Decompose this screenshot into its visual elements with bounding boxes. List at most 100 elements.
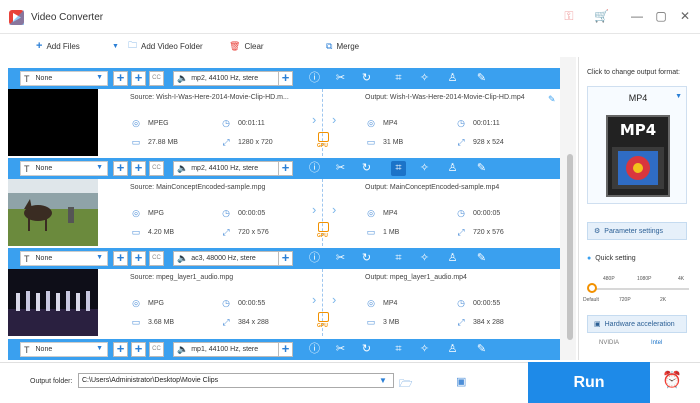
settings-sliders-icon: ⚙ bbox=[594, 228, 601, 235]
close-button[interactable]: ✕ bbox=[677, 8, 693, 24]
info-icon[interactable]: ⓘ bbox=[307, 161, 322, 176]
app-logo-icon bbox=[9, 10, 24, 25]
source-size-value: 4.20 MB bbox=[148, 228, 175, 236]
rotate-icon[interactable]: ↻ bbox=[359, 342, 374, 357]
merge-icon: ⧉ bbox=[326, 40, 333, 51]
add-audio-button[interactable]: + bbox=[278, 251, 293, 266]
scissors-icon[interactable]: ✂ bbox=[333, 251, 348, 266]
subtitle-select[interactable]: T None ▼ bbox=[20, 342, 108, 357]
cc-icon[interactable]: CC bbox=[149, 71, 164, 86]
hardware-acceleration-button[interactable]: ▣ Hardware acceleration bbox=[587, 315, 687, 333]
watermark-icon[interactable]: ♙ bbox=[445, 342, 460, 357]
scissors-icon[interactable]: ✂ bbox=[333, 342, 348, 357]
scissors-icon[interactable]: ✂ bbox=[333, 71, 348, 86]
clear-button[interactable]: 🗑 Clear bbox=[229, 39, 264, 53]
crop-icon[interactable]: ⌗ bbox=[391, 342, 406, 357]
format-icon: ◎ bbox=[367, 208, 375, 218]
add-files-dropdown[interactable]: ▼ bbox=[112, 39, 119, 53]
output-folder-dropdown-icon[interactable]: ▼ bbox=[377, 376, 389, 385]
merge-button[interactable]: ⧉ Merge bbox=[326, 39, 359, 53]
output-filename: Output: Wish-I-Was-Here-2014-Movie-Clip-… bbox=[365, 94, 525, 101]
list-item[interactable]: Source: Wish-I-Was-Here-2014-Movie-Clip-… bbox=[8, 89, 560, 156]
change-format-label: Click to change output format: bbox=[587, 69, 680, 76]
subtitle-value: None bbox=[35, 165, 53, 172]
add-video-folder-button[interactable]: 🗀 Add Video Folder bbox=[128, 39, 203, 53]
output-format-selector[interactable]: MP4 ▼ MP4 bbox=[587, 86, 687, 204]
effects-wand-icon[interactable]: ✧ bbox=[417, 251, 432, 266]
effects-wand-icon[interactable]: ✧ bbox=[417, 342, 432, 357]
subtitle-edit-icon[interactable]: ✎ bbox=[474, 251, 489, 266]
scissors-icon[interactable]: ✂ bbox=[333, 161, 348, 176]
output-folder-input[interactable]: C:\Users\Administrator\Desktop\Movie Cli… bbox=[78, 373, 394, 388]
audio-track-select[interactable]: 🔈 mp1, 44100 Hz, stere bbox=[173, 342, 280, 357]
add-subtitle-button[interactable]: + bbox=[113, 342, 128, 357]
add-subtitle-button[interactable]: + bbox=[113, 251, 128, 266]
cart-icon[interactable]: 🛒 bbox=[594, 9, 609, 23]
quality-slider-track[interactable] bbox=[589, 288, 689, 290]
run-button[interactable]: Run bbox=[528, 362, 650, 403]
parameter-settings-button[interactable]: ⚙ Parameter settings bbox=[587, 222, 687, 240]
output-size-value: 3 MB bbox=[383, 318, 400, 326]
subtitle-edit-icon[interactable]: ✎ bbox=[474, 342, 489, 357]
scrollbar-thumb[interactable] bbox=[567, 154, 573, 340]
effects-wand-icon[interactable]: ✧ bbox=[417, 71, 432, 86]
key-icon[interactable]: ⚿ bbox=[562, 9, 576, 23]
cc-icon[interactable]: CC bbox=[149, 251, 164, 266]
add-audio-button[interactable]: + bbox=[278, 71, 293, 86]
speaker-icon: 🔈 bbox=[177, 73, 189, 83]
watermark-icon[interactable]: ♙ bbox=[445, 251, 460, 266]
rotate-icon[interactable]: ↻ bbox=[359, 71, 374, 86]
caret-down-icon: ▼ bbox=[96, 164, 103, 171]
list-item[interactable]: Source: mpeg_layer1_audio.mpg ◎ MPG ◷ 00:0… bbox=[8, 269, 560, 336]
watermark-icon[interactable]: ♙ bbox=[445, 71, 460, 86]
add-audio-button[interactable]: + bbox=[278, 161, 293, 176]
subtitle-select[interactable]: T None ▼ bbox=[20, 71, 108, 86]
source-duration: ◷ 00:00:05 bbox=[220, 207, 265, 219]
info-icon[interactable]: ⓘ bbox=[307, 251, 322, 266]
add-subtitle-alt-button[interactable]: + bbox=[131, 71, 146, 86]
audio-track-select[interactable]: 🔈 mp2, 44100 Hz, stere bbox=[173, 71, 280, 86]
subtitle-select[interactable]: T None ▼ bbox=[20, 251, 108, 266]
add-subtitle-alt-button[interactable]: + bbox=[131, 161, 146, 176]
add-subtitle-alt-button[interactable]: + bbox=[131, 251, 146, 266]
watermark-icon[interactable]: ♙ bbox=[445, 161, 460, 176]
add-subtitle-button[interactable]: + bbox=[113, 161, 128, 176]
source-size: ▭ 4.20 MB bbox=[130, 226, 174, 238]
crop-icon[interactable]: ⌗ bbox=[391, 161, 406, 176]
source-duration: ◷ 00:00:55 bbox=[220, 297, 265, 309]
cc-icon[interactable]: CC bbox=[149, 161, 164, 176]
add-subtitle-alt-button[interactable]: + bbox=[131, 342, 146, 357]
effects-wand-icon[interactable]: ✧ bbox=[417, 161, 432, 176]
audio-track-select[interactable]: 🔈 mp2, 44100 Hz, stere bbox=[173, 161, 280, 176]
film-reel-icon bbox=[612, 147, 664, 189]
speaker-icon: 🔈 bbox=[177, 163, 189, 173]
crop-icon[interactable]: ⌗ bbox=[391, 71, 406, 86]
nvidia-logo: NVIDIA bbox=[599, 340, 620, 346]
clock-icon: ◷ bbox=[457, 118, 465, 128]
add-files-button[interactable]: + Add Files bbox=[36, 39, 80, 53]
audio-track-select[interactable]: 🔈 ac3, 48000 Hz, stere bbox=[173, 251, 280, 266]
cc-icon[interactable]: CC bbox=[149, 342, 164, 357]
minimize-button[interactable]: — bbox=[629, 8, 645, 24]
add-audio-button[interactable]: + bbox=[278, 342, 293, 357]
output-preview-icon[interactable]: ▣ bbox=[456, 375, 466, 388]
edit-pencil-icon[interactable]: ✎ bbox=[548, 94, 556, 105]
add-subtitle-button[interactable]: + bbox=[113, 71, 128, 86]
info-icon[interactable]: ⓘ bbox=[307, 342, 322, 357]
open-folder-icon[interactable]: 🗁 bbox=[399, 375, 413, 394]
subtitle-edit-icon[interactable]: ✎ bbox=[474, 161, 489, 176]
list-item[interactable]: Source: MainConceptEncoded-sample.mpg ◎ M… bbox=[8, 179, 560, 246]
subtitle-select[interactable]: T None ▼ bbox=[20, 161, 108, 176]
file-icon: ▭ bbox=[131, 317, 141, 327]
rotate-icon[interactable]: ↻ bbox=[359, 161, 374, 176]
format-name: MP4 bbox=[628, 93, 648, 103]
info-icon[interactable]: ⓘ bbox=[307, 71, 322, 86]
source-size-value: 3.68 MB bbox=[148, 318, 175, 326]
subtitle-edit-icon[interactable]: ✎ bbox=[474, 71, 489, 86]
source-format-value: MPG bbox=[148, 299, 164, 307]
alarm-clock-icon[interactable]: ⏰ bbox=[662, 370, 682, 390]
maximize-button[interactable]: ▢ bbox=[653, 8, 669, 24]
crop-icon[interactable]: ⌗ bbox=[391, 251, 406, 266]
quality-slider-knob[interactable] bbox=[587, 283, 597, 293]
rotate-icon[interactable]: ↻ bbox=[359, 251, 374, 266]
